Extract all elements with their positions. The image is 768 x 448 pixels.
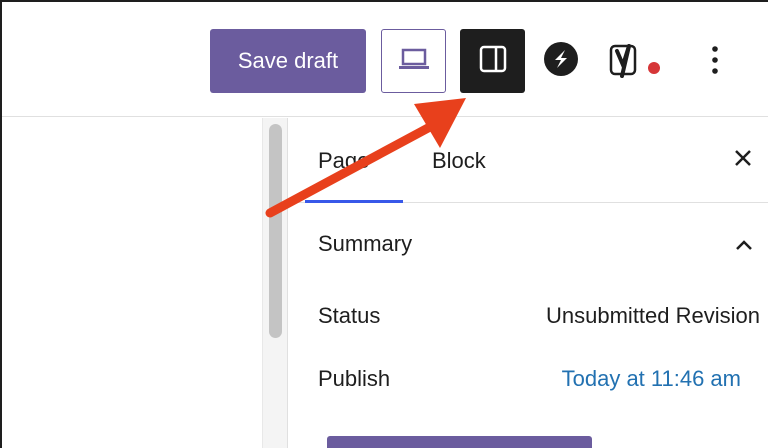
tab-block-label: Block — [432, 147, 486, 173]
active-tab-indicator — [305, 200, 403, 203]
summary-title: Summary — [318, 231, 413, 256]
editor-canvas[interactable] — [2, 118, 262, 448]
settings-toggle-button[interactable] — [460, 29, 525, 93]
status-value: Unsubmitted Revision — [546, 303, 760, 328]
yoast-y-icon — [608, 38, 668, 87]
publish-date-link[interactable]: Today at 11:46 am — [562, 366, 741, 392]
chevron-up-icon[interactable] — [731, 232, 757, 258]
s-plugin-button[interactable] — [543, 41, 579, 82]
tab-block[interactable]: Block — [432, 118, 486, 203]
close-sidebar-button[interactable] — [727, 144, 759, 176]
tab-page-label: Page — [318, 147, 370, 173]
settings-sidebar: Page Block Summary Status Unsubmitted Re… — [289, 118, 768, 448]
vertical-ellipsis-icon — [711, 45, 719, 80]
close-icon — [733, 148, 753, 173]
preview-button[interactable] — [381, 29, 446, 93]
sidebar-scrollbar-track[interactable] — [262, 118, 288, 448]
status-label: Status — [318, 303, 381, 328]
save-draft-label: Save draft — [237, 48, 339, 73]
options-menu-button[interactable] — [700, 40, 730, 84]
tab-page[interactable]: Page — [305, 118, 403, 203]
sidebar-action-button[interactable] — [327, 436, 592, 448]
summary-panel-header[interactable]: Summary — [289, 204, 768, 288]
laptop-icon — [398, 47, 430, 76]
scrollbar-thumb[interactable] — [269, 124, 282, 338]
sidebar-panel-icon — [478, 44, 508, 79]
s-logo-icon — [543, 41, 579, 82]
save-draft-button[interactable]: Save draft — [210, 29, 366, 93]
yoast-seo-button[interactable] — [608, 40, 672, 84]
sidebar-tabs: Page Block — [289, 118, 768, 203]
publish-label: Publish — [318, 366, 391, 391]
